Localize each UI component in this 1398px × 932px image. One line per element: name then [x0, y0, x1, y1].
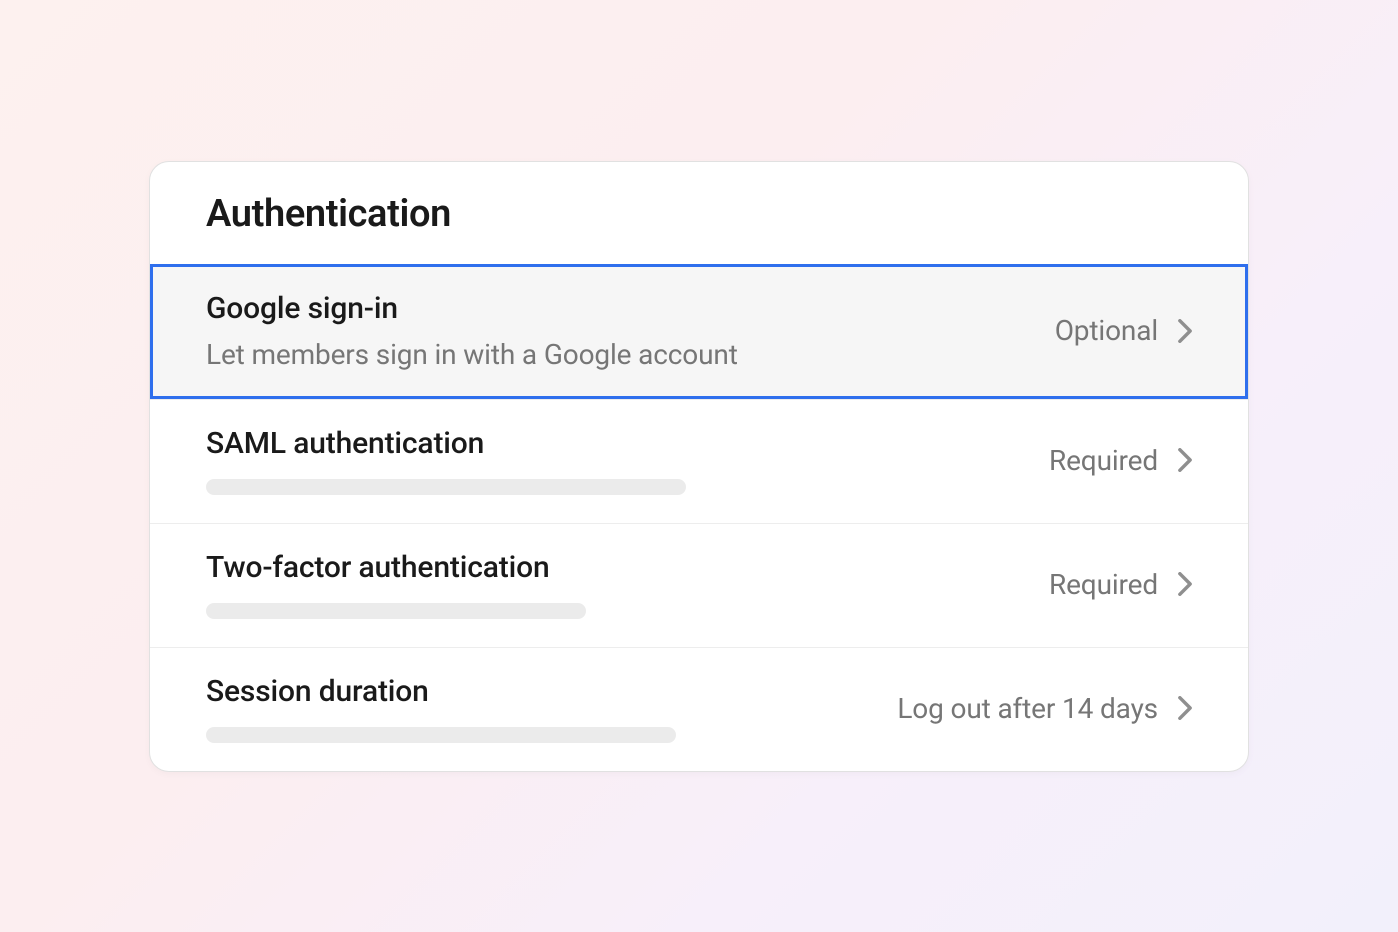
row-session-duration[interactable]: Session duration Log out after 14 days: [150, 647, 1248, 771]
row-description: Let members sign in with a Google accoun…: [206, 338, 738, 371]
row-title: Google sign-in: [206, 291, 738, 326]
row-right: Optional: [1055, 314, 1192, 347]
row-left: Google sign-in Let members sign in with …: [206, 291, 738, 371]
chevron-right-icon: [1178, 696, 1192, 720]
row-title: Two-factor authentication: [206, 550, 586, 585]
row-google-signin[interactable]: Google sign-in Let members sign in with …: [150, 264, 1248, 399]
row-status: Required: [1049, 568, 1158, 601]
row-title: Session duration: [206, 674, 676, 709]
authentication-card: Authentication Google sign-in Let member…: [149, 161, 1249, 772]
row-two-factor-authentication[interactable]: Two-factor authentication Required: [150, 523, 1248, 647]
row-status: Required: [1049, 444, 1158, 477]
placeholder-bar: [206, 479, 686, 495]
row-title: SAML authentication: [206, 426, 686, 461]
chevron-right-icon: [1178, 319, 1192, 343]
row-right: Required: [1049, 444, 1192, 477]
row-status: Optional: [1055, 314, 1158, 347]
card-title: Authentication: [206, 192, 1192, 236]
row-right: Required: [1049, 568, 1192, 601]
chevron-right-icon: [1178, 448, 1192, 472]
placeholder-bar: [206, 603, 586, 619]
row-status: Log out after 14 days: [897, 692, 1158, 725]
row-left: Two-factor authentication: [206, 550, 586, 619]
placeholder-bar: [206, 727, 676, 743]
row-left: SAML authentication: [206, 426, 686, 495]
chevron-right-icon: [1178, 572, 1192, 596]
row-left: Session duration: [206, 674, 676, 743]
row-right: Log out after 14 days: [897, 692, 1192, 725]
card-header: Authentication: [150, 162, 1248, 264]
row-saml-authentication[interactable]: SAML authentication Required: [150, 399, 1248, 523]
